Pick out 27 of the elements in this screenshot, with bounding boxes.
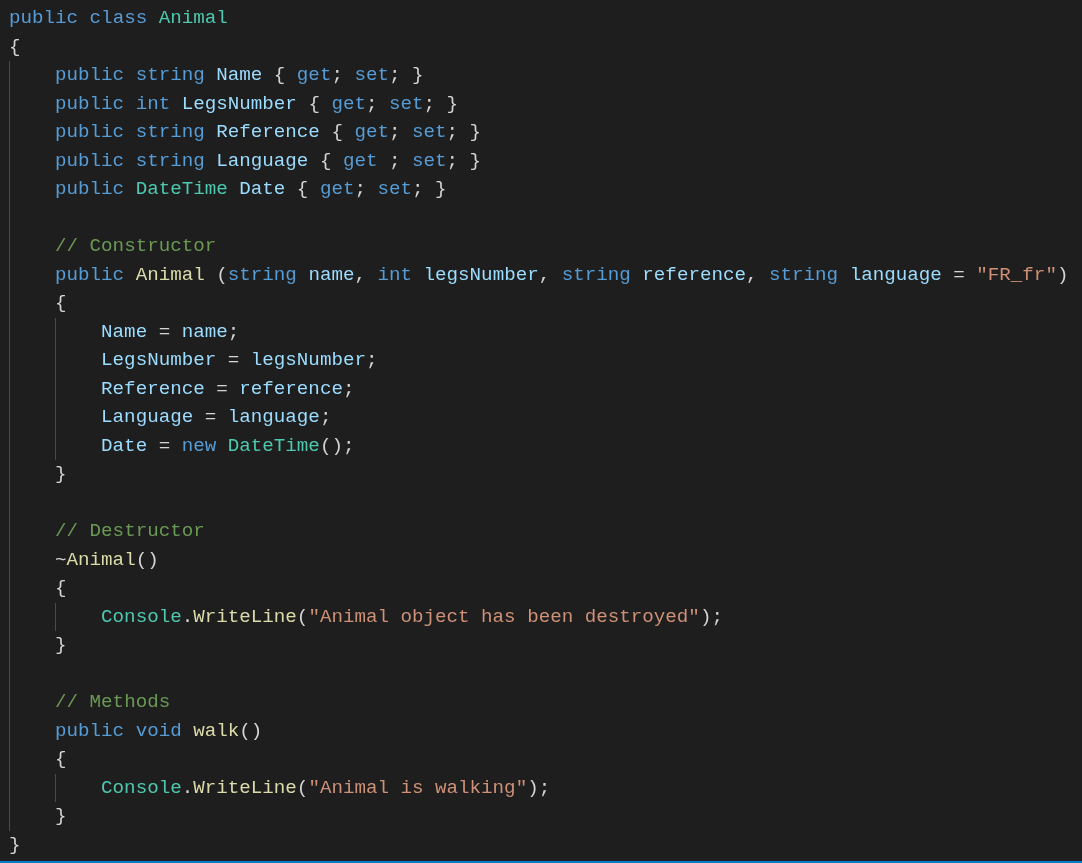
code-line: public string Reference { get; set; } bbox=[55, 120, 482, 145]
code-line: LegsNumber = legsNumber; bbox=[101, 348, 378, 373]
code-line: Reference = reference; bbox=[101, 376, 355, 402]
code-line: Console.WriteLine("Animal object has been destroyed"); bbox=[101, 604, 723, 630]
code-line: { bbox=[9, 34, 21, 60]
code-line: ~Animal() bbox=[55, 547, 159, 573]
code-line: } bbox=[55, 804, 67, 829]
code-line: // Methods bbox=[55, 690, 171, 715]
code-line: public string Language { get ; set; } bbox=[55, 148, 482, 174]
code-line: } bbox=[55, 462, 67, 487]
code-line: public DateTime Date { get; set; } bbox=[55, 177, 447, 202]
code-line: public void walk() bbox=[55, 718, 263, 744]
code-line: public string Name { get; set; } bbox=[55, 63, 424, 88]
code-line: // Destructor bbox=[55, 519, 205, 544]
code-line: { bbox=[55, 576, 67, 601]
code-line: public int LegsNumber { get; set; } bbox=[55, 91, 459, 117]
code-line: Console.WriteLine("Animal is walking"); bbox=[101, 775, 551, 801]
code-line: { bbox=[55, 291, 67, 316]
code-line: } bbox=[9, 832, 21, 858]
code-line: Language = language; bbox=[101, 405, 332, 430]
code-line: } bbox=[55, 633, 67, 658]
code-line: public Animal (string name, int legsNumber, string reference, string language = "FR_fr") bbox=[55, 262, 1069, 288]
code-line: { bbox=[55, 747, 67, 772]
code-line: // Constructor bbox=[55, 234, 217, 259]
code-line: public class Animal bbox=[9, 6, 228, 31]
code-line: Date = new DateTime(); bbox=[101, 433, 355, 459]
code-line: Name = name; bbox=[101, 319, 240, 345]
